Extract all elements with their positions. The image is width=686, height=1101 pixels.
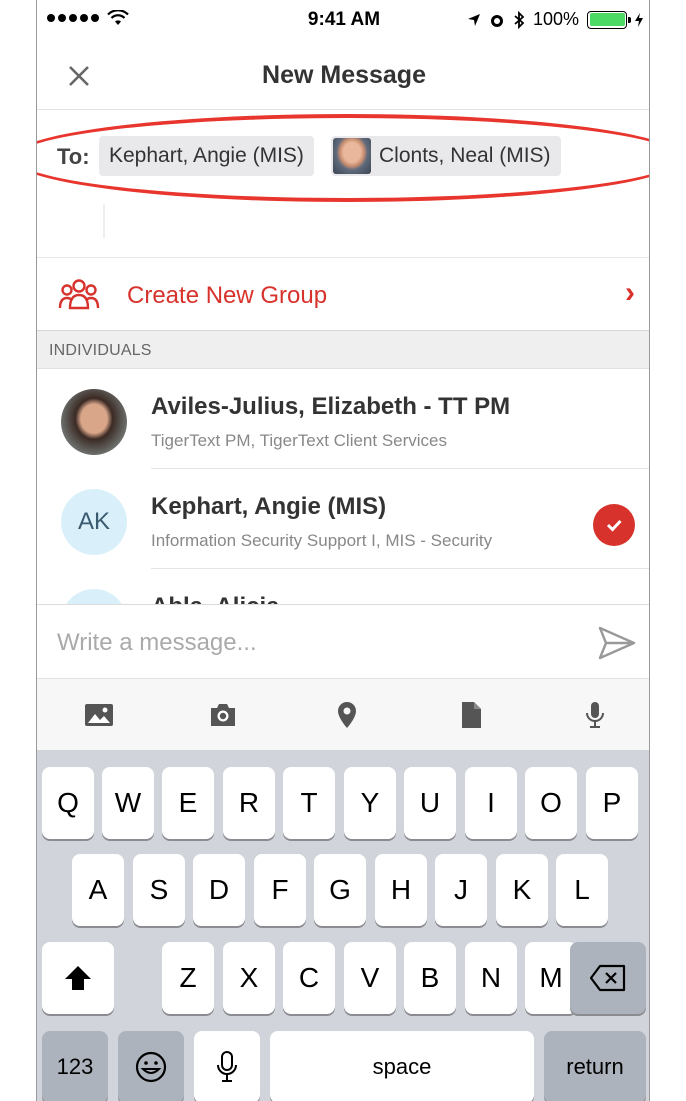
key-i[interactable]: I xyxy=(465,767,517,839)
space-key[interactable]: space xyxy=(270,1031,534,1101)
contact-subtitle: Information Security Support I, MIS - Se… xyxy=(151,531,493,550)
keyboard: Q W E R T Y U I O P A S D F G H J K L Z … xyxy=(37,750,649,1101)
section-header-label: INDIVIDUALS xyxy=(49,342,152,359)
status-right: 100% xyxy=(467,9,643,30)
emoji-key[interactable] xyxy=(118,1031,184,1101)
contact-name: Kephart, Angie (MIS) xyxy=(151,493,387,520)
group-icon xyxy=(58,279,100,310)
emoji-icon xyxy=(135,1051,167,1083)
recipient-chip-label: Kephart, Angie (MIS) xyxy=(109,144,304,167)
microphone-icon[interactable] xyxy=(579,699,611,731)
key-c[interactable]: C xyxy=(283,942,335,1014)
list-item[interactable]: Aviles-Julius, Elizabeth - TT PM TigerTe… xyxy=(37,369,649,469)
attachment-toolbar xyxy=(37,678,649,750)
key-o[interactable]: O xyxy=(525,767,577,839)
location-arrow-icon xyxy=(467,13,480,26)
key-p[interactable]: P xyxy=(586,767,638,839)
document-icon[interactable] xyxy=(455,699,487,731)
key-s[interactable]: S xyxy=(133,854,185,926)
create-group-button[interactable]: Create New Group › xyxy=(37,258,649,331)
text-cursor xyxy=(103,204,105,238)
location-pin-icon[interactable] xyxy=(331,699,363,731)
phone-screen: 9:41 AM 100% New Message To: Kephart, An… xyxy=(36,0,650,1101)
key-k[interactable]: K xyxy=(496,854,548,926)
backspace-icon xyxy=(589,964,626,992)
to-label: To: xyxy=(57,144,90,169)
key-w[interactable]: W xyxy=(102,767,154,839)
key-x[interactable]: X xyxy=(223,942,275,1014)
key-q[interactable]: Q xyxy=(42,767,94,839)
recipient-chip[interactable]: Kephart, Angie (MIS) xyxy=(99,136,314,176)
alarm-icon xyxy=(490,14,503,27)
key-f[interactable]: F xyxy=(254,854,306,926)
list-item[interactable]: AK Kephart, Angie (MIS) Information Secu… xyxy=(37,469,649,569)
key-u[interactable]: U xyxy=(404,767,456,839)
contact-name: Aviles-Julius, Elizabeth - TT PM xyxy=(151,393,511,420)
create-group-label: Create New Group xyxy=(127,282,328,309)
key-g[interactable]: G xyxy=(314,854,366,926)
message-input[interactable] xyxy=(57,625,557,661)
backspace-key[interactable] xyxy=(570,942,646,1014)
microphone-icon xyxy=(217,1051,237,1082)
shift-icon xyxy=(65,966,91,990)
nav-bar: New Message xyxy=(37,44,649,110)
page-title: New Message xyxy=(262,61,426,89)
recipient-chip-label: Clonts, Neal (MIS) xyxy=(379,144,551,167)
key-n[interactable]: N xyxy=(465,942,517,1014)
image-icon[interactable] xyxy=(83,699,115,731)
key-e[interactable]: E xyxy=(162,767,214,839)
key-h[interactable]: H xyxy=(375,854,427,926)
numbers-key[interactable]: 123 xyxy=(42,1031,108,1101)
key-a[interactable]: A xyxy=(72,854,124,926)
section-header: INDIVIDUALS xyxy=(37,331,649,369)
recipient-chip[interactable]: Clonts, Neal (MIS) xyxy=(331,136,561,176)
contact-subtitle: TigerText PM, TigerText Client Services xyxy=(151,431,448,450)
key-z[interactable]: Z xyxy=(162,942,214,1014)
message-composer xyxy=(37,604,649,678)
avatar: AK xyxy=(61,489,127,555)
key-b[interactable]: B xyxy=(404,942,456,1014)
avatar xyxy=(333,138,371,174)
battery-icon xyxy=(587,10,631,29)
selected-check-icon[interactable] xyxy=(593,504,635,546)
send-icon[interactable] xyxy=(597,625,637,661)
bluetooth-icon xyxy=(514,10,525,29)
key-y[interactable]: Y xyxy=(344,767,396,839)
key-l[interactable]: L xyxy=(556,854,608,926)
charging-icon xyxy=(635,12,643,27)
recipients-field[interactable]: To: Kephart, Angie (MIS) Clonts, Neal (M… xyxy=(37,110,649,258)
camera-icon[interactable] xyxy=(207,699,239,731)
status-bar: 9:41 AM 100% xyxy=(37,0,649,44)
chevron-right-icon: › xyxy=(625,276,635,309)
key-v[interactable]: V xyxy=(344,942,396,1014)
avatar xyxy=(61,389,127,455)
key-d[interactable]: D xyxy=(193,854,245,926)
key-t[interactable]: T xyxy=(283,767,335,839)
shift-key[interactable] xyxy=(42,942,114,1014)
return-key[interactable]: return xyxy=(544,1031,646,1101)
dictation-key[interactable] xyxy=(194,1031,260,1101)
key-j[interactable]: J xyxy=(435,854,487,926)
battery-percent: 100% xyxy=(532,9,579,29)
key-r[interactable]: R xyxy=(223,767,275,839)
